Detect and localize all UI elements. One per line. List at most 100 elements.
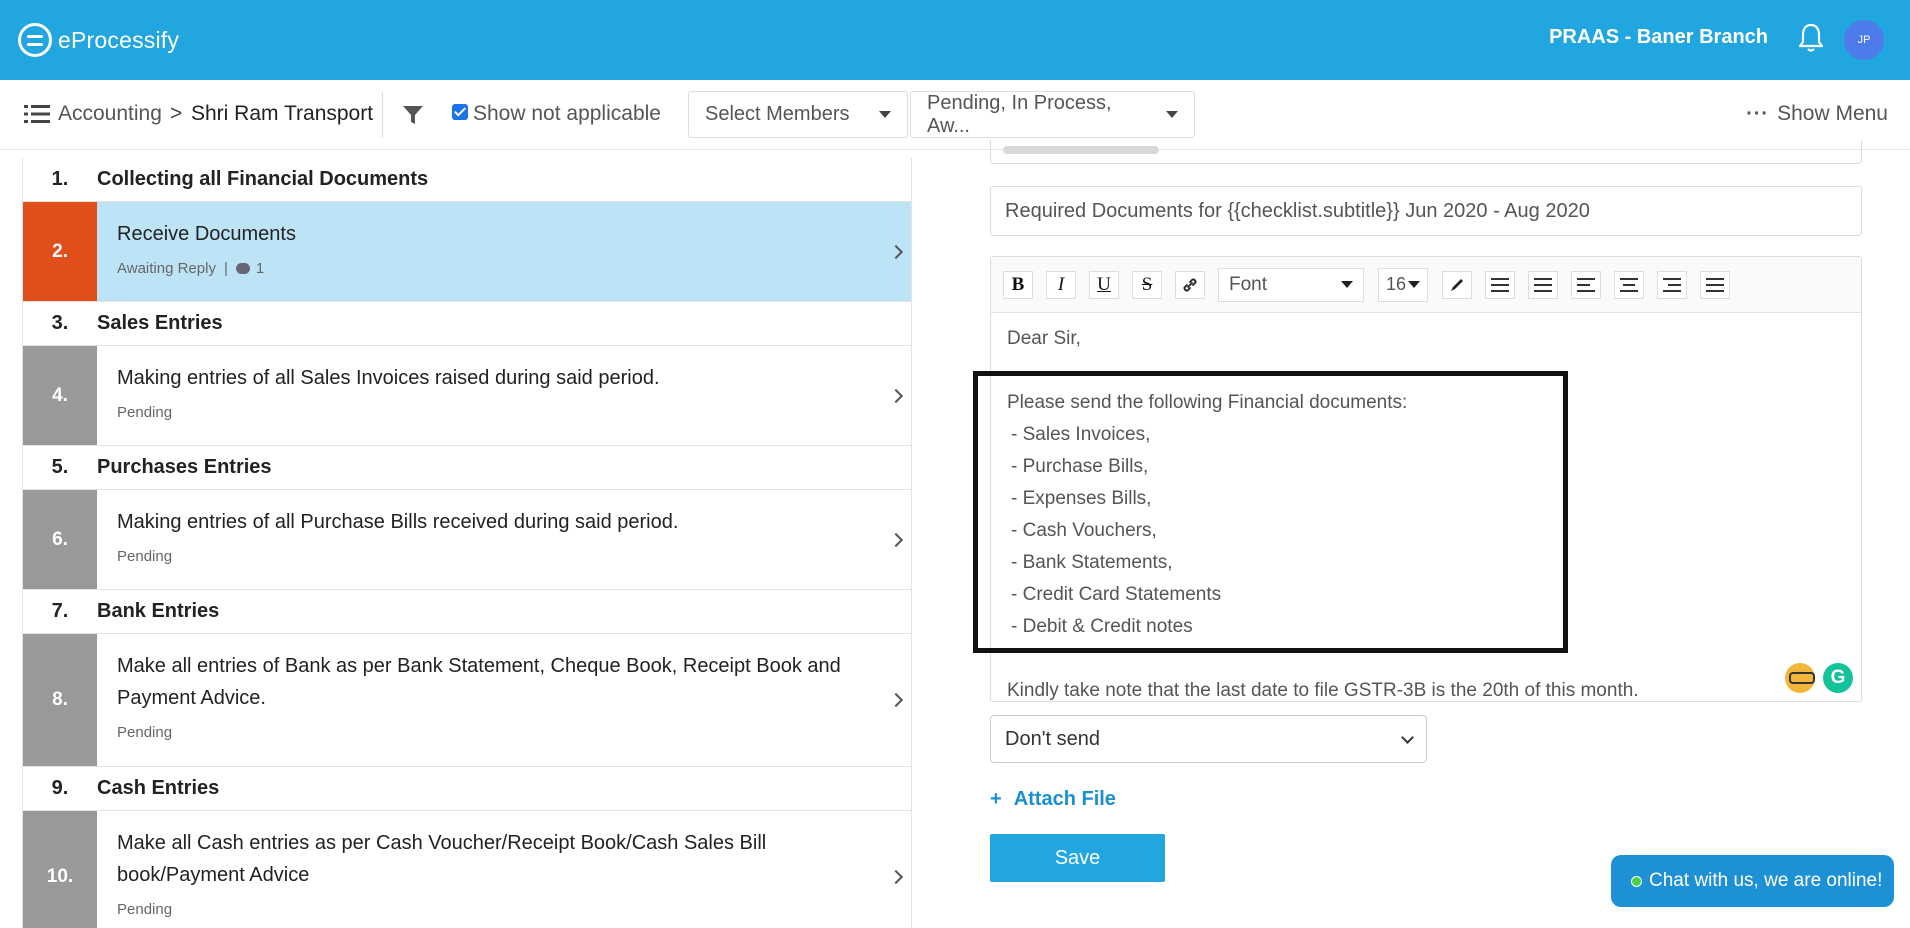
task-number: 2.	[23, 202, 97, 301]
task-number: 10.	[23, 811, 97, 928]
task-status: Pending	[117, 404, 173, 421]
send-option-select[interactable]: Don't send	[990, 715, 1427, 763]
show-not-applicable-label[interactable]: Show not applicable	[473, 102, 661, 126]
checklist-group: 5. Purchases Entries	[23, 446, 911, 490]
task-status: Pending	[117, 901, 173, 918]
bell-icon[interactable]	[1796, 22, 1826, 54]
list-icon[interactable]	[24, 104, 50, 124]
align-left-icon	[1577, 277, 1595, 292]
font-family-select[interactable]: Font	[1218, 267, 1364, 302]
status-filter-dropdown[interactable]: Pending, In Process, Aw...	[910, 91, 1195, 138]
chat-widget[interactable]: Chat with us, we are online!	[1611, 855, 1894, 907]
task-title: Making entries of all Sales Invoices rai…	[117, 367, 660, 389]
task-number: 6.	[23, 490, 97, 589]
numbered-list-icon	[1534, 277, 1552, 292]
app-logo[interactable]: eProcessify	[18, 23, 179, 57]
text-color-button[interactable]	[1442, 270, 1472, 299]
checklist-panel: 1. Collecting all Financial Documents 2.…	[22, 158, 912, 928]
grammarly-icon[interactable]: G	[1823, 663, 1853, 693]
bullet-list-icon	[1491, 277, 1509, 292]
checklist-group: 7. Bank Entries	[23, 590, 911, 634]
justify-icon	[1706, 277, 1724, 292]
comment-icon	[235, 263, 250, 274]
task-number: 4.	[23, 346, 97, 445]
email-editor-panel: Required Documents for {{checklist.subti…	[973, 140, 1865, 928]
link-button[interactable]	[1175, 270, 1205, 299]
branch-selector[interactable]: PRAAS - Baner Branch	[1549, 26, 1768, 49]
email-intro: Please send the following Financial docu…	[1007, 392, 1408, 413]
bold-button[interactable]: B	[1003, 270, 1033, 299]
group-number: 1.	[51, 168, 69, 190]
breadcrumb-separator: >	[170, 102, 183, 125]
email-list-item: - Bank Statements,	[1011, 552, 1173, 573]
align-center-icon	[1620, 277, 1638, 292]
italic-button[interactable]: I	[1046, 270, 1076, 299]
nerd-emoji-icon[interactable]	[1785, 663, 1815, 693]
status-filter-label: Pending, In Process, Aw...	[927, 91, 1112, 137]
group-number: 7.	[51, 600, 69, 622]
email-list-item: - Debit & Credit notes	[1011, 616, 1193, 637]
show-menu-button[interactable]: ··· Show Menu	[1746, 102, 1888, 126]
select-members-dropdown[interactable]: Select Members	[688, 91, 908, 138]
align-right-button[interactable]	[1657, 270, 1687, 299]
avatar[interactable]: JP	[1844, 20, 1884, 60]
strikethrough-button[interactable]: S	[1132, 270, 1162, 299]
attach-file-label: Attach File	[1013, 788, 1116, 810]
bullet-list-button[interactable]	[1485, 270, 1515, 299]
online-status-icon	[1631, 875, 1642, 887]
underline-button[interactable]: U	[1089, 270, 1119, 299]
task-row[interactable]: 10. Make all Cash entries as per Cash Vo…	[23, 811, 911, 928]
task-row-active[interactable]: 2. Receive Documents Awaiting Reply | 1	[23, 202, 911, 302]
chevron-down-icon	[1401, 730, 1414, 744]
email-list-item: - Credit Card Statements	[1011, 584, 1222, 605]
font-select-label: Font	[1229, 273, 1268, 295]
editor-toolbar: B I U S Font 16	[991, 257, 1861, 313]
send-option-value: Don't send	[1005, 727, 1100, 750]
group-title: Bank Entries	[97, 600, 220, 622]
subject-input[interactable]: Required Documents for {{checklist.subti…	[990, 186, 1862, 236]
group-title: Purchases Entries	[97, 456, 272, 478]
group-number: 5.	[51, 456, 69, 478]
task-title: Receive Documents	[117, 223, 296, 245]
email-list-item: - Sales Invoices,	[1011, 424, 1151, 445]
attach-file-link[interactable]: + Attach File	[990, 788, 1116, 811]
caret-down-icon	[879, 111, 891, 118]
align-left-button[interactable]	[1571, 270, 1601, 299]
font-size-select[interactable]: 16	[1378, 267, 1428, 302]
task-row[interactable]: 6. Making entries of all Purchase Bills …	[23, 490, 911, 590]
group-number: 3.	[51, 312, 69, 334]
caret-down-icon	[1408, 281, 1421, 288]
recipient-field[interactable]	[990, 140, 1862, 164]
email-list-item: - Purchase Bills,	[1011, 456, 1149, 477]
task-row[interactable]: 4. Making entries of all Sales Invoices …	[23, 346, 911, 446]
email-greeting: Dear Sir,	[1007, 328, 1081, 349]
save-button[interactable]: Save	[990, 834, 1165, 882]
editor-body[interactable]: Dear Sir, Please send the following Fina…	[973, 313, 1861, 701]
filter-icon[interactable]	[402, 104, 424, 126]
more-dots-icon: ···	[1746, 102, 1770, 125]
task-status: Pending	[117, 724, 173, 741]
show-not-applicable-checkbox[interactable]	[452, 104, 468, 120]
top-bar: eProcessify PRAAS - Baner Branch JP	[0, 0, 1910, 80]
justify-button[interactable]	[1700, 270, 1730, 299]
group-title: Sales Entries	[97, 312, 223, 334]
align-center-button[interactable]	[1614, 270, 1644, 299]
logo-icon	[18, 23, 52, 57]
show-menu-label: Show Menu	[1777, 102, 1888, 125]
pen-icon	[1451, 278, 1463, 291]
rich-text-editor[interactable]: B I U S Font 16 Dear Sir, Please send th…	[973, 256, 1862, 702]
checklist-group: 3. Sales Entries	[23, 302, 911, 346]
numbered-list-button[interactable]	[1528, 270, 1558, 299]
task-status: Awaiting Reply | 1	[117, 260, 265, 277]
select-members-label: Select Members	[705, 103, 850, 125]
comment-count: 1	[255, 260, 265, 277]
align-right-icon	[1663, 277, 1681, 292]
plus-icon: +	[990, 788, 1002, 810]
task-title: Making entries of all Purchase Bills rec…	[117, 511, 679, 533]
task-status-label: Awaiting Reply	[117, 260, 216, 277]
caret-down-icon	[1341, 281, 1353, 288]
task-row[interactable]: 8. Make all entries of Bank as per Bank …	[23, 634, 911, 767]
breadcrumb-accounting[interactable]: Accounting	[58, 102, 162, 126]
group-title: Cash Entries	[97, 777, 220, 799]
email-list-item: - Expenses Bills,	[1011, 488, 1152, 509]
